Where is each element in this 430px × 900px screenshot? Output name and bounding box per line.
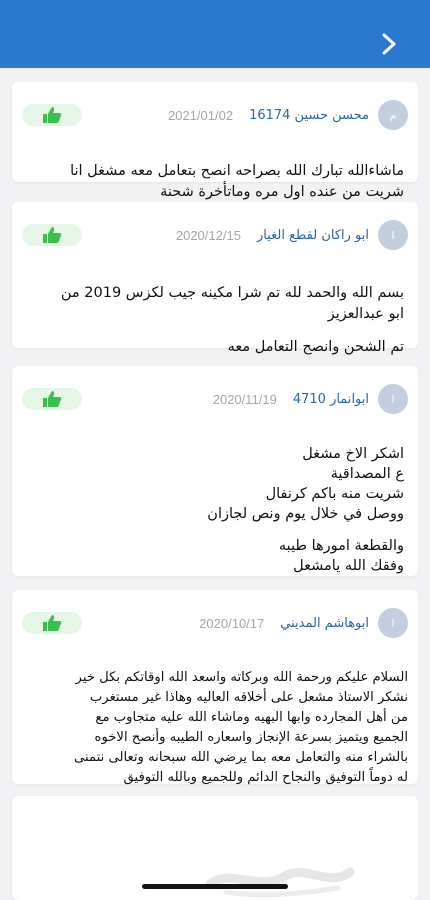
thumbs-up-icon [43, 107, 62, 123]
comment-card: ا ابوانمار 4710 2020/11/19 اشكر الاخ مشغ… [12, 366, 418, 576]
comment-header: ا ابوانمار 4710 2020/11/19 [22, 382, 408, 416]
author-name[interactable]: ابوانمار 4710 [293, 392, 369, 407]
thumbs-up-icon [43, 391, 62, 407]
author-name[interactable]: محسن حسين 16174 [249, 108, 369, 123]
comment-line: نشكر الاستاذ مشعل على أخلاقه العاليه وها… [89, 690, 408, 705]
like-button[interactable] [22, 224, 82, 246]
author-name[interactable]: ابو راكان لقطع الغيار [257, 228, 369, 243]
comment-date: 2020/10/17 [199, 615, 265, 631]
avatar[interactable]: ا [378, 608, 408, 638]
comment-text: ماشاءالله تبارك الله بصراحه انصح بتعامل … [26, 140, 404, 203]
thumbs-up-icon [43, 227, 62, 243]
comment-line: ماشاءالله تبارك الله بصراحه انصح بتعامل … [70, 163, 404, 179]
comment-card: ا ابوهاشم المديني 2020/10/17 السلام عليك… [12, 590, 418, 785]
comment-line: تم الشحن وانصح التعامل معه [227, 339, 404, 355]
comment-text: بسم الله والحمد لله تم شرا مكينه جيب لكز… [26, 262, 404, 358]
comment-header: م محسن حسين 16174 2021/01/02 [22, 98, 408, 132]
comment-line: شريت منه باكم كرنفال [265, 486, 404, 502]
comment-line: وفقك الله يامشعل [293, 558, 404, 574]
thumbs-up-icon [43, 615, 62, 631]
comment-text: السلام عليكم ورحمة الله وبركاته واسعد ال… [22, 648, 408, 788]
avatar[interactable]: م [378, 100, 408, 130]
comment-line: شريت من عنده اول مره وماتأخرة شحنة [160, 184, 404, 200]
author-name[interactable]: ابوهاشم المديني [280, 616, 369, 631]
comment-text: اشكر الاخ مشغل ع المصداقية شريت منه باكم… [26, 424, 404, 576]
top-bar [0, 0, 430, 68]
comment-line: من أهل المجارده وابها البهيه وماشاء الله… [95, 710, 408, 725]
comment-line: بسم الله والحمد لله تم شرا مكينه جيب لكز… [60, 285, 404, 301]
comment-header: ا ابوهاشم المديني 2020/10/17 [22, 606, 408, 640]
comment-card: ا ابو راكان لقطع الغيار 2020/12/15 بسم ا… [12, 202, 418, 355]
chevron-right-icon [382, 33, 396, 55]
like-button[interactable] [22, 612, 82, 634]
comment-line: ابو عبدالعزيز [327, 306, 404, 322]
comment-header: ا ابو راكان لقطع الغيار 2020/12/15 [22, 218, 408, 252]
comment-line: بالشراء منه والتعامل معه بما يرضي الله س… [74, 750, 408, 765]
comment-line: له دوماً التوفيق والنجاح الدائم وللجميع … [123, 770, 408, 785]
comment-line: السلام عليكم ورحمة الله وبركاته واسعد ال… [75, 670, 408, 685]
like-button[interactable] [22, 388, 82, 410]
avatar[interactable]: ا [378, 220, 408, 250]
comment-line: الجميع ويتميز بسرعة الإنجاز واسعاره الطي… [94, 730, 408, 745]
comment-card: م محسن حسين 16174 2021/01/02 ماشاءالله ت… [12, 82, 418, 200]
like-button[interactable] [22, 104, 82, 126]
comment-line: ع المصداقية [330, 466, 404, 482]
avatar[interactable]: ا [378, 384, 408, 414]
comment-date: 2020/12/15 [175, 227, 241, 243]
comment-line: ووصل في خلال يوم ونص لجازان [207, 506, 404, 522]
back-button[interactable] [378, 33, 400, 55]
comment-date: 2020/11/19 [212, 391, 277, 407]
comment-line: اشكر الاخ مشغل [302, 446, 404, 462]
comment-date: 2021/01/02 [167, 107, 234, 123]
comment-line: والقطعة امورها طيبه [278, 538, 404, 554]
home-indicator[interactable] [142, 884, 288, 889]
haraj-watermark [205, 867, 355, 898]
